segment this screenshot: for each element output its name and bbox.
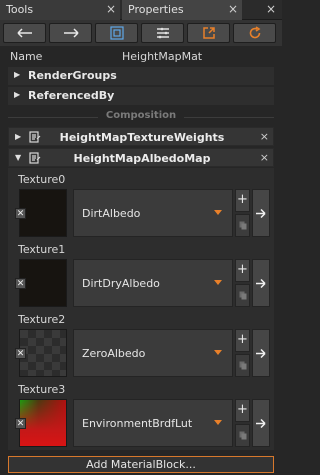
component-header-texture-weights[interactable]: ▶ HeightMapTextureWeights × <box>8 127 274 146</box>
texture-value: DirtAlbedo <box>82 207 141 220</box>
texture-dropdown[interactable]: EnvironmentBrdfLut <box>73 399 233 447</box>
name-row: Name HeightMapMat <box>0 48 282 66</box>
texture-dropdown[interactable]: DirtAlbedo <box>73 189 233 237</box>
toolbar <box>0 20 282 46</box>
texture-thumbnail[interactable] <box>19 399 67 447</box>
chevron-down-icon <box>214 350 222 355</box>
texture-slot: ✕ ZeroAlbedo + <box>14 329 272 377</box>
texture-value: DirtDryAlbedo <box>82 277 160 290</box>
expand-arrow-icon: ▶ <box>14 70 21 79</box>
name-value[interactable]: HeightMapMat <box>122 50 202 63</box>
navigate-to-texture-button[interactable] <box>252 259 270 307</box>
duplicate-texture-button[interactable] <box>235 214 250 237</box>
chevron-down-icon <box>214 280 222 285</box>
clear-texture-icon[interactable]: ✕ <box>15 278 26 289</box>
navigate-to-texture-button[interactable] <box>252 329 270 377</box>
arrow-right-icon <box>256 349 266 358</box>
texture-label: Texture1 <box>18 243 66 256</box>
chevron-down-icon <box>214 420 222 425</box>
remove-component-icon[interactable]: × <box>260 151 269 164</box>
add-texture-button[interactable]: + <box>235 399 250 422</box>
copy-icon <box>239 431 247 440</box>
arrow-right-icon <box>63 28 79 38</box>
texture-thumbnail[interactable] <box>19 259 67 307</box>
expand-arrow-icon: ▶ <box>14 90 21 99</box>
arrow-right-icon <box>256 279 266 288</box>
close-properties-tab-icon[interactable]: × <box>226 0 240 20</box>
clear-texture-icon[interactable]: ✕ <box>15 418 26 429</box>
tab-tools[interactable]: Tools <box>0 0 120 20</box>
copy-icon <box>239 221 247 230</box>
refresh-button[interactable] <box>233 23 276 43</box>
texture-label: Texture3 <box>18 383 66 396</box>
section-title: Composition <box>105 110 177 121</box>
name-label: Name <box>10 50 43 63</box>
close-tools-tab-icon[interactable]: × <box>104 0 118 20</box>
close-panel-icon[interactable]: × <box>264 0 278 20</box>
texture-value: ZeroAlbedo <box>82 347 146 360</box>
texture-thumbnail[interactable] <box>19 329 67 377</box>
open-external-icon <box>202 27 215 39</box>
clear-texture-icon[interactable]: ✕ <box>15 348 26 359</box>
tab-bar: Tools × Properties × × <box>0 0 282 20</box>
arrow-right-icon <box>256 209 266 218</box>
referenced-by-row[interactable]: ▶ ReferencedBy <box>8 87 274 105</box>
texture-slot: ✕ DirtDryAlbedo + <box>14 259 272 307</box>
duplicate-texture-button[interactable] <box>235 354 250 377</box>
remove-component-icon[interactable]: × <box>260 130 269 143</box>
copy-icon <box>239 361 247 370</box>
component-title: HeightMapTextureWeights <box>59 131 225 144</box>
texture-value: EnvironmentBrdfLut <box>82 417 193 430</box>
back-button[interactable] <box>3 23 46 43</box>
render-groups-label: RenderGroups <box>28 69 117 82</box>
copy-icon <box>239 291 247 300</box>
tab-properties[interactable]: Properties <box>122 0 242 20</box>
select-frame-icon <box>109 26 124 40</box>
add-texture-button[interactable]: + <box>235 189 250 212</box>
refresh-icon <box>249 26 260 39</box>
texture-label: Texture2 <box>18 313 66 326</box>
texture-label: Texture0 <box>18 173 66 186</box>
filter-button[interactable] <box>141 23 184 43</box>
texture-slot: ✕ DirtAlbedo + <box>14 189 272 237</box>
texture-thumbnail[interactable] <box>19 189 67 237</box>
add-texture-button[interactable]: + <box>235 329 250 352</box>
filter-list-icon <box>156 27 169 39</box>
navigate-to-texture-button[interactable] <box>252 189 270 237</box>
forward-button[interactable] <box>49 23 92 43</box>
arrow-left-icon <box>16 28 32 38</box>
arrow-right-icon <box>256 419 266 428</box>
add-material-block-button[interactable]: Add MaterialBlock... <box>8 456 274 473</box>
duplicate-texture-button[interactable] <box>235 424 250 447</box>
open-external-button[interactable] <box>187 23 230 43</box>
texture-dropdown[interactable]: ZeroAlbedo <box>73 329 233 377</box>
add-texture-button[interactable]: + <box>235 259 250 282</box>
clear-texture-icon[interactable]: ✕ <box>15 208 26 219</box>
select-in-asset-view-button[interactable] <box>95 23 138 43</box>
component-title: HeightMapAlbedoMap <box>73 152 211 165</box>
component-header-albedo-map[interactable]: ▼ HeightMapAlbedoMap × <box>8 148 274 167</box>
texture-dropdown[interactable]: DirtDryAlbedo <box>73 259 233 307</box>
navigate-to-texture-button[interactable] <box>252 399 270 447</box>
render-groups-row[interactable]: ▶ RenderGroups <box>8 67 274 85</box>
texture-slot: ✕ EnvironmentBrdfLut + <box>14 399 272 447</box>
duplicate-texture-button[interactable] <box>235 284 250 307</box>
chevron-down-icon <box>214 210 222 215</box>
referenced-by-label: ReferencedBy <box>28 89 115 102</box>
